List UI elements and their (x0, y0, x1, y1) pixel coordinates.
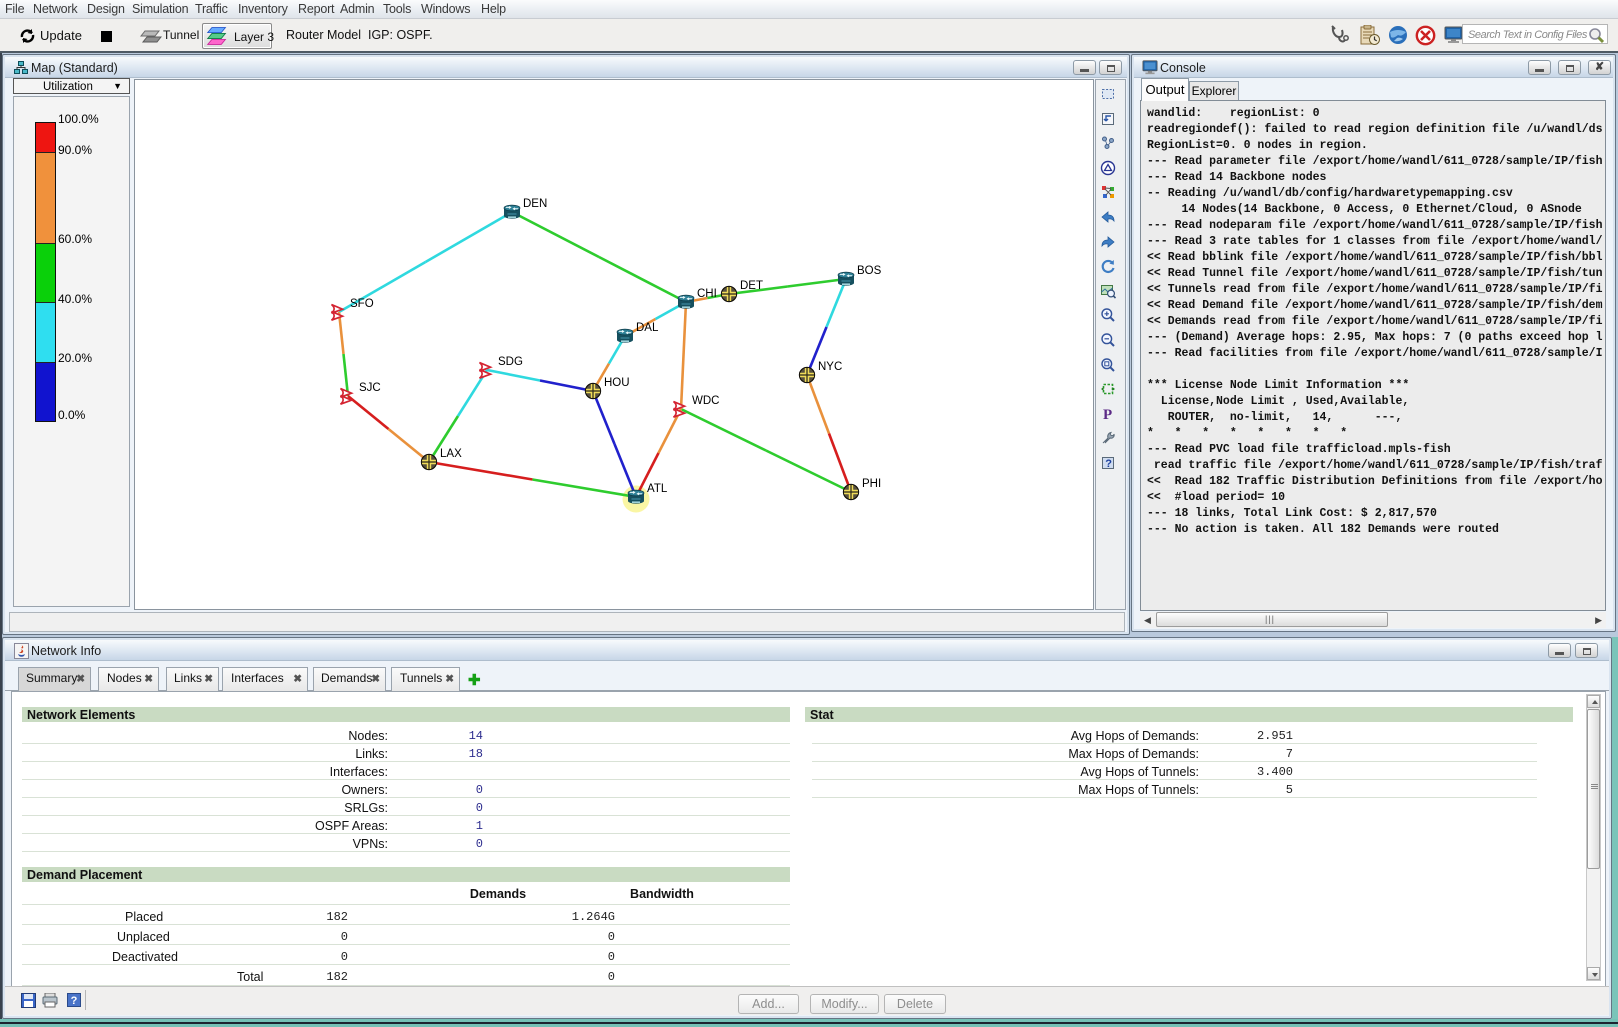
svg-text:SDG: SDG (498, 356, 523, 368)
svg-text:DET: DET (740, 280, 763, 292)
svg-text:HOU: HOU (604, 377, 630, 389)
svg-text:CHI: CHI (697, 288, 717, 300)
svg-text:LAX: LAX (440, 448, 462, 460)
svg-text:PHI: PHI (862, 478, 881, 490)
svg-text:DAL: DAL (636, 322, 659, 334)
svg-text:WDC: WDC (692, 395, 719, 407)
svg-text:SJC: SJC (359, 382, 381, 394)
svg-text:BOS: BOS (857, 265, 882, 277)
svg-text:ATL: ATL (647, 483, 668, 495)
svg-text:DEN: DEN (523, 198, 547, 210)
svg-text:P: P (1103, 407, 1112, 422)
svg-text:SFO: SFO (350, 298, 374, 310)
svg-text:?: ? (1105, 458, 1112, 470)
svg-text:NYC: NYC (818, 361, 842, 373)
